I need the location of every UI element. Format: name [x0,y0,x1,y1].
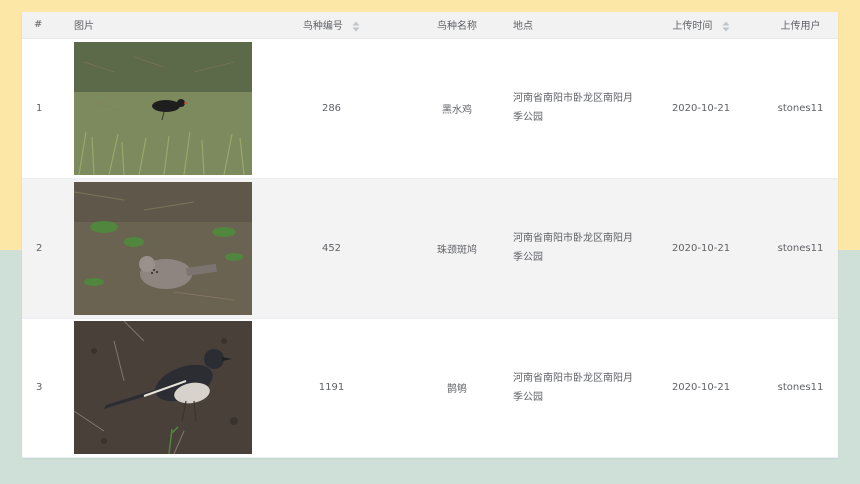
row-upload-time: 2020-10-21 [671,382,731,393]
bird-photo-dove[interactable] [74,181,252,315]
sort-caret-icon[interactable] [722,21,730,32]
row-image-cell [74,178,260,318]
bird-photo-magpie-robin[interactable] [74,321,252,454]
row-species-name: 珠颈斑鸠 [437,244,477,256]
row-location: 河南省南阳市卧龙区南阳月季公园 [513,233,633,263]
row-species-id: 286 [321,102,342,114]
row-upload-time: 2020-10-21 [671,102,731,114]
row-species-name: 黑水鸡 [442,104,472,116]
row-upload-time: 2020-10-21 [671,242,731,254]
row-index: 1 [36,102,43,114]
row-location: 河南省南阳市卧龙区南阳月季公园 [513,372,633,403]
row-image-cell [74,318,260,457]
row-upload-user: stones11 [777,382,824,393]
row-index: 2 [36,242,43,254]
table-header: # 图片 鸟种编号 鸟种名称 地点 上传时间 上传用户 [22,12,838,39]
row-image-cell [74,38,260,178]
sort-caret-icon[interactable] [352,21,360,32]
header-species-name: 鸟种名称 [403,12,511,39]
header-image: 图片 [74,12,260,39]
table-row[interactable]: 2 452 珠颈斑鸠 河南省南阳市卧龙区南阳月季公园 2020-10-21 st… [22,178,838,318]
row-species-id: 1191 [318,382,345,393]
header-location: 地点 [511,12,651,39]
row-upload-user: stones11 [777,102,824,114]
row-species-id: 452 [321,242,342,254]
bird-records-card: # 图片 鸟种编号 鸟种名称 地点 上传时间 上传用户 1 286 黑水鸡 河南… [22,12,838,458]
header-upload-user: 上传用户 [751,12,838,39]
header-species-id[interactable]: 鸟种编号 [260,12,403,39]
bird-photo-black-bird[interactable] [74,41,252,175]
table-body: 1 286 黑水鸡 河南省南阳市卧龙区南阳月季公园 2020-10-21 sto… [22,38,838,457]
table-row[interactable]: 1 286 黑水鸡 河南省南阳市卧龙区南阳月季公园 2020-10-21 sto… [22,38,838,178]
row-species-name: 鹊鸲 [447,384,467,395]
header-species-id-label: 鸟种编号 [302,21,343,33]
header-location-label: 地点 [513,21,533,33]
header-upload-time-label: 上传时间 [672,21,713,33]
table-header-row: # 图片 鸟种编号 鸟种名称 地点 上传时间 上传用户 [22,12,838,39]
row-location: 河南省南阳市卧龙区南阳月季公园 [513,93,633,123]
row-index: 3 [36,382,43,393]
header-upload-time[interactable]: 上传时间 [651,12,751,39]
header-index: # [22,12,74,39]
bird-records-table: # 图片 鸟种编号 鸟种名称 地点 上传时间 上传用户 1 286 黑水鸡 河南… [22,12,838,458]
row-upload-user: stones11 [777,242,824,254]
table-row[interactable]: 3 1191 鹊鸲 河南省南阳市卧龙区南阳月季公园 2020-10-21 sto… [22,318,838,457]
